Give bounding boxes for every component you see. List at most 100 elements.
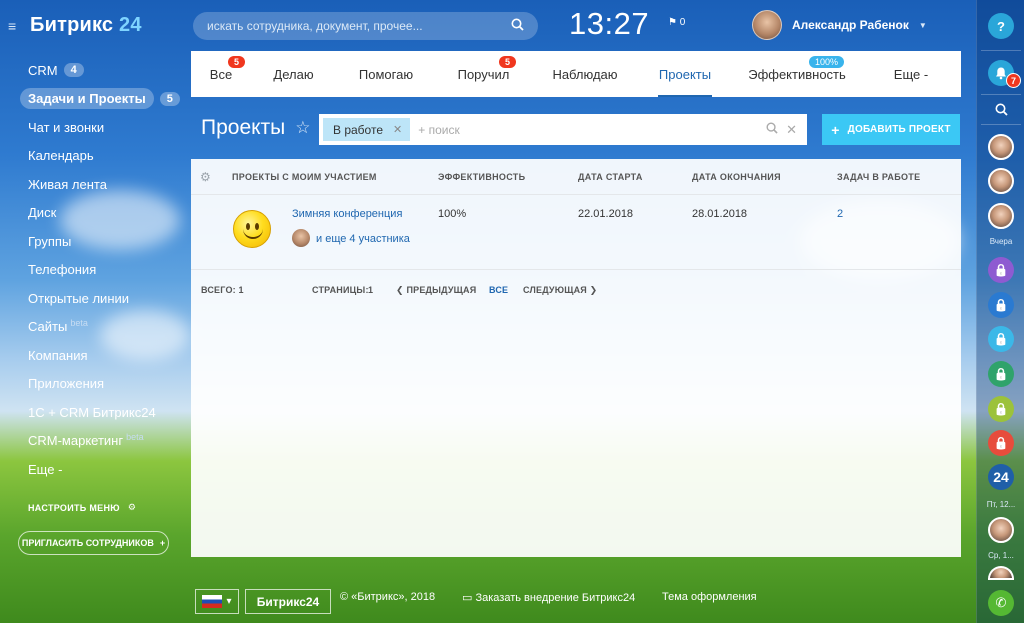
lock-icon[interactable] xyxy=(988,326,1014,352)
members-link[interactable]: и еще 4 участника xyxy=(316,233,410,245)
sidebar-item-groups[interactable]: Группы xyxy=(18,227,180,256)
tab-helping[interactable]: Помогаю xyxy=(336,51,436,97)
lock-icon[interactable] xyxy=(988,361,1014,387)
column-header[interactable]: ДАТА ОКОНЧАНИЯ xyxy=(692,172,781,182)
avatar[interactable] xyxy=(988,134,1014,160)
search-icon[interactable] xyxy=(988,96,1014,122)
tab-watching[interactable]: Наблюдаю xyxy=(531,51,639,97)
left-sidebar: ≡ Битрикс 24 CRM 4 Задачи и Проекты 5 Чат … xyxy=(0,0,180,623)
main-menu: CRM 4 Задачи и Проекты 5 Чат и звонки Кале… xyxy=(18,56,180,484)
phone-icon[interactable]: ✆ xyxy=(988,590,1014,616)
tab-doing[interactable]: Делаю xyxy=(251,51,336,97)
bitrix24-icon[interactable]: 24 xyxy=(988,464,1014,490)
page-number[interactable]: 1 xyxy=(368,285,373,295)
chevron-right-icon: ❯ xyxy=(589,285,598,295)
flag-ru-icon xyxy=(202,595,223,608)
sidebar-item-calendar[interactable]: Календарь xyxy=(18,142,180,171)
sidebar-item-more[interactable]: Еще - xyxy=(18,455,180,484)
start-date: 22.01.2018 xyxy=(578,208,634,220)
avatar[interactable] xyxy=(988,517,1014,543)
tasks-count-link[interactable]: 2 xyxy=(837,208,843,220)
date-label: Вчера xyxy=(989,237,1013,246)
lock-icon[interactable] xyxy=(988,430,1014,456)
projects-grid: ⚙ ПРОЕКТЫ С МОИМ УЧАСТИЕМ ЭФФЕКТИВНОСТЬ … xyxy=(191,159,961,557)
invite-employees-button[interactable]: ПРИГЛАСИТЬ СОТРУДНИКОВ + xyxy=(18,531,169,555)
theme-link[interactable]: Тема оформления xyxy=(662,591,757,603)
footer-brand[interactable]: Битрикс24 xyxy=(245,589,331,614)
notification-badge: 7 xyxy=(1006,73,1021,88)
close-icon[interactable]: ✕ xyxy=(393,123,402,136)
logo[interactable]: Битрикс 24 xyxy=(30,14,142,37)
sidebar-item-sites[interactable]: Сайты beta xyxy=(18,313,180,342)
avatar[interactable] xyxy=(292,229,310,247)
sidebar-item-chat[interactable]: Чат и звонки xyxy=(18,113,180,142)
search-icon xyxy=(511,18,524,34)
tasks-tabs: 5 Все Делаю Помогаю 5 Поручил Наблюдаю Про… xyxy=(191,51,961,97)
clear-icon[interactable]: ✕ xyxy=(786,122,797,138)
search-input[interactable]: искать сотрудника, документ, прочее... xyxy=(193,12,538,40)
column-header[interactable]: ДАТА СТАРТА xyxy=(578,172,643,182)
next-page-button[interactable]: СЛЕДУЮЩАЯ ❯ xyxy=(523,285,597,296)
lock-icon[interactable] xyxy=(988,396,1014,422)
user-menu[interactable]: Александр Рабенок ▼ xyxy=(752,10,927,40)
all-pages-button[interactable]: ВСЕ xyxy=(489,285,508,295)
tab-all[interactable]: 5 Все xyxy=(191,51,251,97)
sidebar-item-company[interactable]: Компания xyxy=(18,341,180,370)
divider xyxy=(981,124,1021,125)
gear-icon: ⚙ xyxy=(127,502,137,512)
sidebar-item-crm-marketing[interactable]: CRM-маркетинг beta xyxy=(18,427,180,456)
divider xyxy=(981,50,1021,51)
sidebar-item-tasks[interactable]: Задачи и Проекты 5 xyxy=(18,85,180,114)
end-date: 28.01.2018 xyxy=(692,208,748,220)
date-label: Пт, 12... xyxy=(986,500,1016,509)
project-name-link[interactable]: Зимняя конференция xyxy=(292,208,402,220)
star-icon[interactable]: ☆ xyxy=(295,118,310,138)
flag-counter[interactable]: ⚑ 0 xyxy=(668,17,685,28)
efficiency-value: 100% xyxy=(438,208,467,220)
project-avatar-smile-icon xyxy=(233,210,271,248)
date-label: Ср, 1... xyxy=(988,551,1014,560)
search-icon[interactable] xyxy=(766,122,778,138)
lock-icon[interactable] xyxy=(988,292,1014,318)
sidebar-item-apps[interactable]: Приложения xyxy=(18,370,180,399)
tab-more[interactable]: Еще - xyxy=(861,51,961,97)
prev-page-button[interactable]: ❮ ПРЕДЫДУЩАЯ xyxy=(396,285,476,296)
sidebar-item-open-lines[interactable]: Открытые линии xyxy=(18,284,180,313)
tab-assigned[interactable]: 5 Поручил xyxy=(436,51,531,97)
sidebar-item-1c-crm[interactable]: 1С + CRM Битрикс24 xyxy=(18,398,180,427)
help-icon[interactable]: ? xyxy=(988,13,1014,39)
page-title: Проекты ☆ xyxy=(201,116,311,139)
filter-search-field[interactable]: В работе ✕ + поиск ✕ xyxy=(319,114,807,145)
menu-icon[interactable]: ≡ xyxy=(8,18,22,34)
avatar[interactable] xyxy=(988,566,1014,580)
column-header[interactable]: ПРОЕКТЫ С МОИМ УЧАСТИЕМ xyxy=(232,172,377,182)
column-header[interactable]: ЭФФЕКТИВНОСТЬ xyxy=(438,172,525,182)
chevron-left-icon: ❮ xyxy=(396,285,404,295)
sidebar-item-crm[interactable]: CRM 4 xyxy=(18,56,180,85)
tab-projects[interactable]: Проекты xyxy=(658,51,712,97)
pages-label: СТРАНИЦЫ: xyxy=(312,285,369,295)
lock-icon[interactable] xyxy=(988,257,1014,283)
add-project-button[interactable]: + ДОБАВИТЬ ПРОЕКТ xyxy=(822,114,960,145)
sidebar-item-disk[interactable]: Диск xyxy=(18,199,180,228)
grid-header: ⚙ ПРОЕКТЫ С МОИМ УЧАСТИЕМ ЭФФЕКТИВНОСТЬ … xyxy=(191,159,961,195)
avatar[interactable] xyxy=(988,168,1014,194)
avatar[interactable] xyxy=(988,203,1014,229)
sidebar-item-feed[interactable]: Живая лента xyxy=(18,170,180,199)
total-count: ВСЕГО: 1 xyxy=(201,285,244,295)
tab-efficiency[interactable]: 100% Эффективность xyxy=(733,51,861,97)
filter-chip[interactable]: В работе ✕ xyxy=(323,118,411,141)
count-badge: 5 xyxy=(159,91,180,106)
chevron-down-icon: ▼ xyxy=(918,20,927,30)
chat-icon: ▭ xyxy=(462,592,473,604)
column-header[interactable]: ЗАДАЧ В РАБОТЕ xyxy=(837,172,920,182)
clock[interactable]: 13:27 xyxy=(569,6,649,42)
count-badge: 4 xyxy=(63,63,84,78)
configure-menu-button[interactable]: НАСТРОИТЬ МЕНЮ ⚙ xyxy=(28,502,136,513)
gear-icon[interactable]: ⚙ xyxy=(200,170,211,184)
sidebar-item-telephony[interactable]: Телефония xyxy=(18,256,180,285)
divider xyxy=(981,94,1021,95)
order-link[interactable]: ▭ Заказать внедрение Битрикс24 xyxy=(462,591,635,604)
plus-icon: + xyxy=(831,121,840,138)
language-selector[interactable]: ▾ xyxy=(195,589,239,614)
